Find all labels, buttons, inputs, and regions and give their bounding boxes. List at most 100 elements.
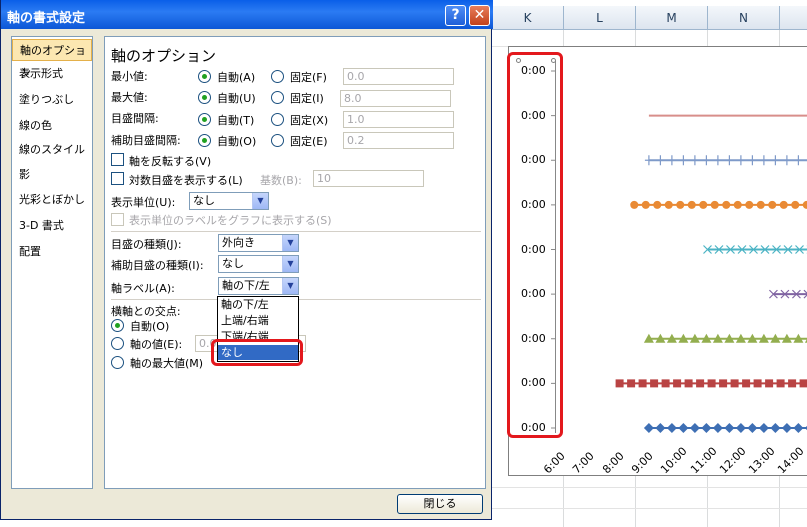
nav-item-axis-options[interactable]: 軸のオプション xyxy=(12,39,92,79)
data-point-marker xyxy=(615,379,624,388)
nav-item-line-color[interactable]: 線の色 xyxy=(12,115,92,137)
nav-item-3d-format[interactable]: 3-D 書式 xyxy=(12,215,92,237)
close-button[interactable]: 閉じる xyxy=(397,494,483,514)
show-unit-checkbox[interactable] xyxy=(111,213,124,226)
cross-value-label[interactable]: 軸の値(E): xyxy=(130,336,182,352)
data-point-marker xyxy=(699,200,708,209)
minor-unit-label: 補助目盛間隔: xyxy=(111,134,181,147)
log-scale-checkbox[interactable] xyxy=(111,172,124,185)
nav-item-fill[interactable]: 塗りつぶし xyxy=(12,89,92,111)
dialog-titlebar[interactable]: 軸の書式設定 ? ✕ xyxy=(1,0,493,29)
nav-item-alignment[interactable]: 配置 xyxy=(12,241,92,263)
min-fixed-label[interactable]: 固定(F) xyxy=(290,69,327,85)
max-fixed-label[interactable]: 固定(I) xyxy=(290,90,324,106)
major-fixed-radio[interactable] xyxy=(271,113,284,126)
data-point-marker xyxy=(676,200,685,209)
cross-auto-radio[interactable] xyxy=(111,319,124,332)
min-fixed-radio[interactable] xyxy=(271,70,284,83)
nav-item-number[interactable]: 表示形式 xyxy=(12,63,92,85)
data-point-marker xyxy=(655,423,666,433)
chevron-down-icon[interactable]: ▼ xyxy=(252,193,268,209)
data-point-marker xyxy=(779,200,788,209)
chevron-down-icon[interactable]: ▼ xyxy=(282,278,298,294)
option-highlight-box xyxy=(211,339,303,366)
minor-auto-radio[interactable] xyxy=(198,134,211,147)
max-value-field[interactable]: 8.0 xyxy=(340,90,451,107)
data-point-marker xyxy=(689,423,700,433)
minor-tick-select[interactable]: なし ▼ xyxy=(218,255,299,273)
category-list: 軸のオプション 表示形式 塗りつぶし 線の色 線のスタイル 影 光彩とぼかし 3… xyxy=(11,36,93,489)
data-point-marker xyxy=(753,379,762,388)
axis-labels-label: 軸ラベル(A): xyxy=(111,282,175,295)
cross-max-label[interactable]: 軸の最大値(M) xyxy=(130,355,203,371)
nav-item-shadow[interactable]: 影 xyxy=(12,164,92,186)
data-point-marker xyxy=(650,379,659,388)
nav-item-glow[interactable]: 光彩とぼかし xyxy=(12,189,92,211)
dialog-title: 軸の書式設定 xyxy=(7,11,86,26)
column-header-n[interactable]: N xyxy=(708,6,780,30)
chevron-down-icon[interactable]: ▼ xyxy=(282,256,298,272)
data-point-marker xyxy=(725,155,734,166)
major-fixed-label[interactable]: 固定(X) xyxy=(290,112,328,128)
minor-auto-label[interactable]: 自動(O) xyxy=(217,133,256,149)
data-point-marker xyxy=(687,200,696,209)
minor-fixed-label[interactable]: 固定(E) xyxy=(290,133,328,149)
data-point-marker xyxy=(730,379,739,388)
selection-handle[interactable] xyxy=(551,58,556,63)
show-unit-label: 表示単位のラベルをグラフに表示する(S) xyxy=(129,214,332,227)
min-auto-radio[interactable] xyxy=(198,70,211,83)
data-point-marker xyxy=(673,379,682,388)
display-unit-select[interactable]: なし ▼ xyxy=(189,192,269,210)
minor-tick-label: 補助目盛の種類(I): xyxy=(111,259,204,272)
data-point-marker xyxy=(678,423,689,433)
dropdown-option[interactable]: 上端/右端 xyxy=(218,313,298,328)
data-point-marker xyxy=(684,379,693,388)
reverse-label[interactable]: 軸を反転する(V) xyxy=(129,153,211,169)
axis-labels-value: 軸の下/左 xyxy=(222,279,270,292)
data-point-marker xyxy=(666,423,677,433)
data-point-marker xyxy=(802,200,807,209)
chevron-down-icon[interactable]: ▼ xyxy=(282,235,298,251)
data-point-marker xyxy=(724,423,735,433)
minor-value-field[interactable]: 0.2 xyxy=(343,132,454,149)
column-header-m[interactable]: M xyxy=(636,6,708,30)
min-value-field[interactable]: 0.0 xyxy=(343,68,454,85)
data-point-marker xyxy=(791,200,800,209)
selection-handle[interactable] xyxy=(516,58,521,63)
axis-labels-select[interactable]: 軸の下/左 ▼ xyxy=(218,277,299,295)
data-point-marker xyxy=(781,423,792,433)
data-point-marker xyxy=(644,155,653,166)
major-auto-label[interactable]: 自動(T) xyxy=(217,112,254,128)
data-point-marker xyxy=(664,200,673,209)
nav-item-line-style[interactable]: 線のスタイル xyxy=(12,139,92,161)
data-point-marker xyxy=(733,200,742,209)
options-panel: 軸のオプション 最小値: 自動(A) 固定(F) 0.0 最大値: 自動(U) … xyxy=(104,36,486,489)
major-auto-radio[interactable] xyxy=(198,113,211,126)
column-header-l[interactable]: L xyxy=(564,6,636,30)
minor-fixed-radio[interactable] xyxy=(271,134,284,147)
data-point-marker xyxy=(768,200,777,209)
data-point-marker xyxy=(653,200,662,209)
max-auto-radio[interactable] xyxy=(198,91,211,104)
column-header-k[interactable]: K xyxy=(492,6,564,30)
reverse-checkbox[interactable] xyxy=(111,153,124,166)
max-fixed-radio[interactable] xyxy=(271,91,284,104)
close-icon[interactable]: ✕ xyxy=(469,5,490,26)
gridline xyxy=(492,508,807,509)
major-value-field[interactable]: 1.0 xyxy=(343,111,454,128)
log-scale-label[interactable]: 対数目盛を表示する(L) xyxy=(129,172,243,188)
help-button[interactable]: ? xyxy=(445,5,466,26)
max-auto-label[interactable]: 自動(U) xyxy=(217,90,256,106)
base-value-field[interactable]: 10 xyxy=(313,170,424,187)
data-point-marker xyxy=(771,155,780,166)
data-point-marker xyxy=(788,379,797,388)
data-point-marker xyxy=(630,200,639,209)
dropdown-option[interactable]: 軸の下/左 xyxy=(218,297,298,312)
data-point-marker xyxy=(702,155,711,166)
cross-value-radio[interactable] xyxy=(111,337,124,350)
cross-max-radio[interactable] xyxy=(111,356,124,369)
tick-type-select[interactable]: 外向き ▼ xyxy=(218,234,299,252)
data-point-marker xyxy=(756,200,765,209)
min-auto-label[interactable]: 自動(A) xyxy=(217,69,255,85)
cross-auto-label[interactable]: 自動(O) xyxy=(130,318,169,334)
